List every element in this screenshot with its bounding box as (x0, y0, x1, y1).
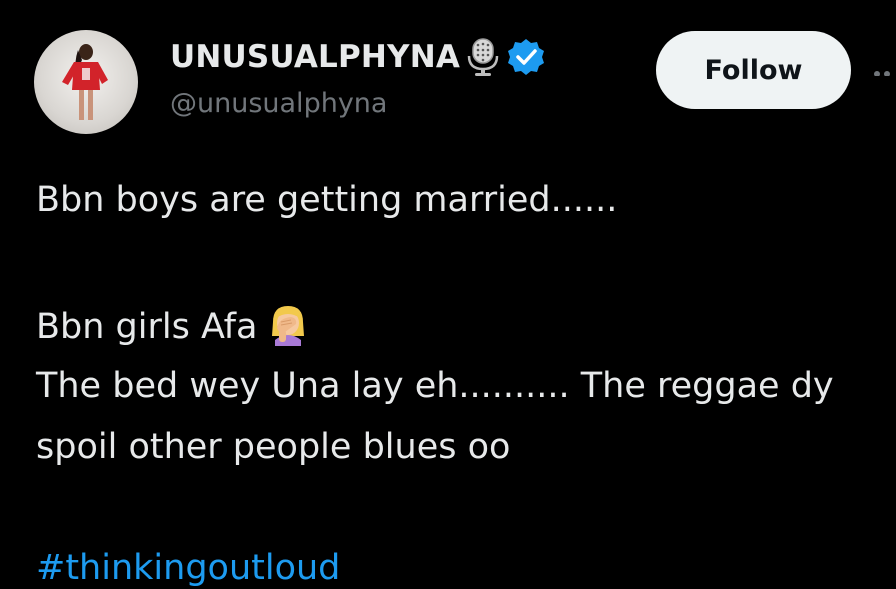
tweet-text-line-2: Bbn girls Afa (36, 302, 309, 349)
display-name-row: UNUSUALPHYNA (170, 34, 546, 80)
avatar[interactable] (34, 30, 138, 134)
verified-icon (506, 37, 546, 77)
microphone-icon (466, 36, 500, 78)
tweet-text-line-4: spoil other people blues oo (36, 427, 511, 467)
tweet-text-line-1: Bbn boys are getting married...... (36, 180, 618, 220)
more-options-icon[interactable] (874, 62, 896, 76)
display-name[interactable]: UNUSUALPHYNA (170, 39, 460, 75)
avatar-photo (62, 44, 108, 120)
follow-button[interactable]: Follow (656, 31, 851, 109)
hashtag-link[interactable]: #thinkingoutloud (36, 546, 340, 589)
tweet-card: UNUSUALPHYNA @unusualphyna Follow Bbn bo… (0, 0, 896, 589)
tweet-text-line-2-text: Bbn girls Afa (36, 307, 258, 347)
tweet-text-line-3: The bed wey Una lay eh.......... The reg… (36, 366, 834, 406)
facepalm-emoji-icon (267, 302, 309, 346)
user-handle[interactable]: @unusualphyna (170, 88, 387, 119)
